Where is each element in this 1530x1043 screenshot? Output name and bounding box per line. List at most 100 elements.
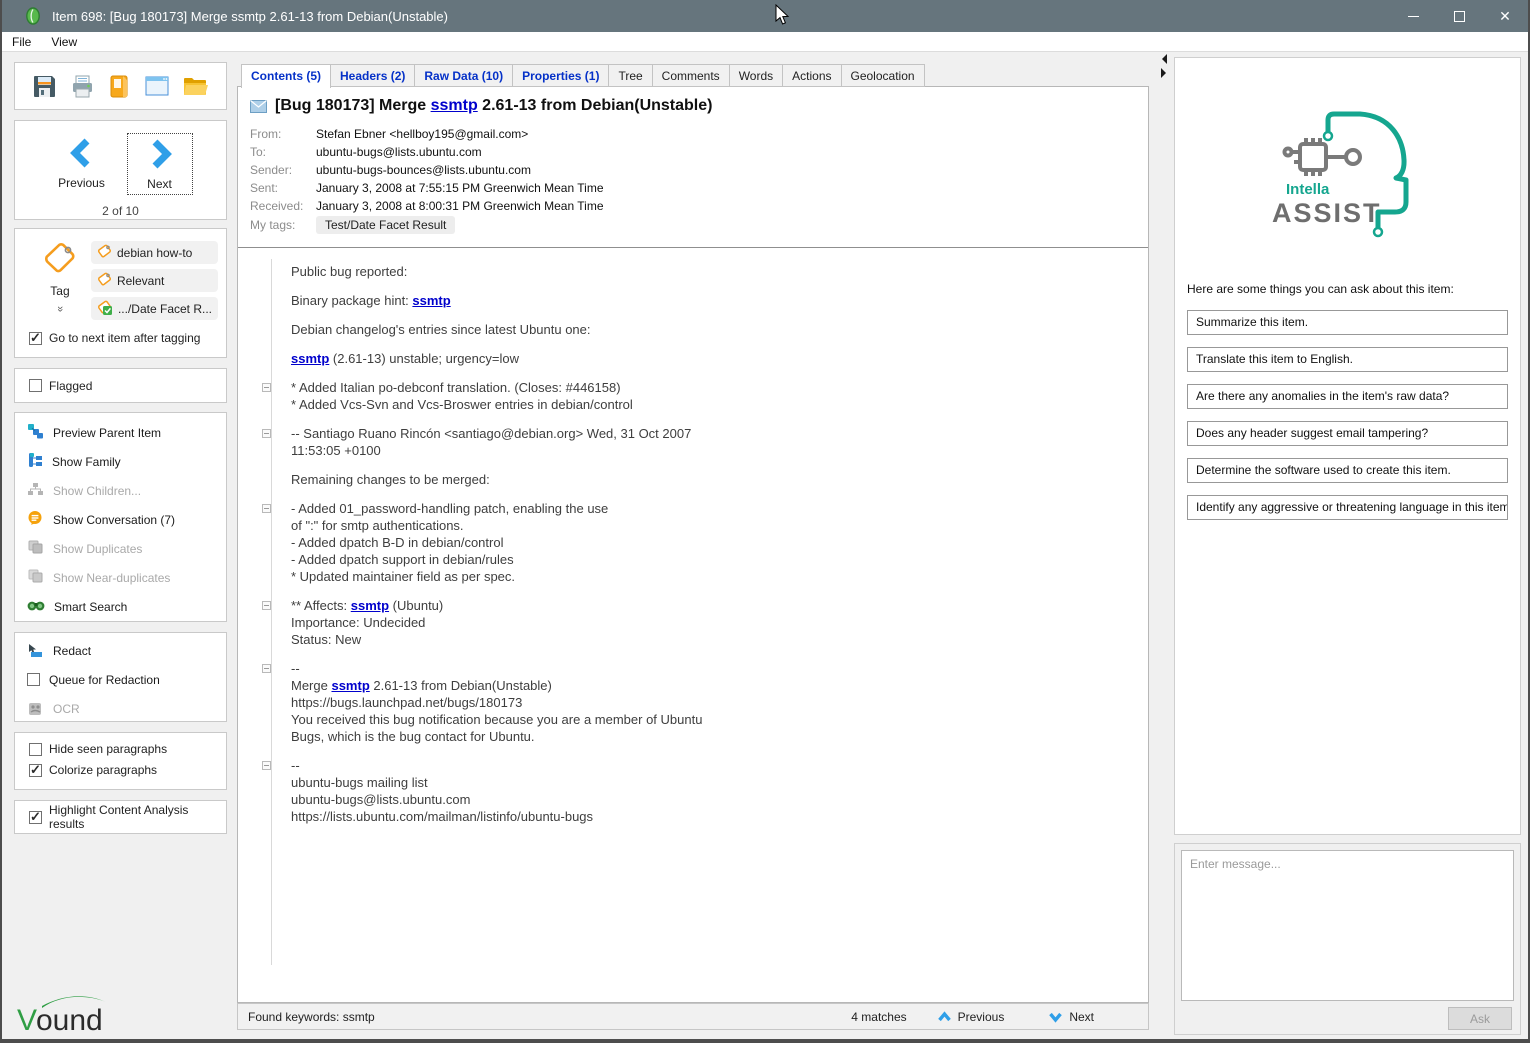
email-paragraph: Remaining changes to be merged: [291, 471, 1124, 488]
title-bar: Item 698: [Bug 180173] Merge ssmtp 2.61-… [2, 0, 1528, 32]
paragraph-text: -- [291, 661, 300, 676]
email-field-label: Sent: [250, 181, 316, 195]
tab-raw-data-10[interactable]: Raw Data (10) [415, 64, 513, 87]
tab-headers-2[interactable]: Headers (2) [331, 64, 415, 87]
tag-chip[interactable]: debian how-to [91, 241, 218, 264]
action-label: Show Family [52, 455, 121, 469]
email-field-row: Received:January 3, 2008 at 8:00:31 PM G… [250, 197, 1132, 215]
tab-contents-5[interactable]: Contents (5) [241, 64, 331, 88]
assist-message-input[interactable] [1181, 850, 1514, 1001]
paragraph-text: ubuntu-bugs@lists.ubuntu.com [291, 792, 470, 807]
collapse-paragraph-icon[interactable] [262, 601, 271, 610]
redact-button[interactable]: Redact [15, 636, 226, 665]
assist-suggestion-button[interactable]: Summarize this item. [1187, 310, 1508, 335]
paragraph-text: https://lists.ubuntu.com/mailman/listinf… [291, 809, 593, 824]
action-conversation[interactable]: Show Conversation (7) [15, 505, 226, 534]
collapse-paragraph-icon[interactable] [262, 429, 271, 438]
ssmtp-link[interactable]: ssmtp [291, 351, 329, 366]
highlight-checkbox[interactable] [29, 811, 42, 824]
ssmtp-link[interactable]: ssmtp [412, 293, 450, 308]
assist-suggestion-button[interactable]: Are there any anomalies in the item's ra… [1187, 384, 1508, 409]
tag-chip-label: Relevant [117, 274, 164, 288]
close-icon[interactable]: ✕ [1482, 0, 1528, 32]
ssmtp-link[interactable]: ssmtp [351, 598, 389, 613]
action-smartsearch[interactable]: Smart Search [15, 592, 226, 621]
paragraph-text: (2.61-13) unstable; urgency=low [329, 351, 519, 366]
email-field-label: To: [250, 145, 316, 159]
assist-suggestion-button[interactable]: Translate this item to English. [1187, 347, 1508, 372]
previous-item-button[interactable]: Previous [49, 133, 115, 195]
paragraph-text: * Updated maintainer field as per spec. [291, 569, 515, 584]
previous-match-button[interactable]: Previous [937, 1010, 1005, 1024]
assist-suggestion-button[interactable]: Identify any aggressive or threatening l… [1187, 495, 1508, 520]
tag-chip[interactable]: .../Date Facet R... [91, 297, 218, 320]
my-tags-label: My tags: [250, 218, 316, 232]
menu-view[interactable]: View [41, 35, 87, 49]
menu-file[interactable]: File [2, 35, 41, 49]
print-icon[interactable] [69, 73, 96, 100]
tab-words[interactable]: Words [730, 64, 783, 87]
email-field-value: Stefan Ebner <hellboy195@gmail.com> [316, 127, 528, 141]
collapse-right-icon[interactable] [1161, 68, 1171, 78]
goto-next-checkbox[interactable] [29, 332, 42, 345]
collapse-paragraph-icon[interactable] [262, 383, 271, 392]
collapse-paragraph-icon[interactable] [262, 504, 271, 513]
collapse-paragraph-icon[interactable] [262, 664, 271, 673]
tab-properties-1[interactable]: Properties (1) [513, 64, 609, 87]
assist-suggestion-button[interactable]: Determine the software used to create th… [1187, 458, 1508, 483]
email-field-label: Sender: [250, 163, 316, 177]
my-tag-chip[interactable]: Test/Date Facet Result [316, 216, 455, 234]
tab-geolocation[interactable]: Geolocation [842, 64, 925, 87]
next-item-button[interactable]: Next [127, 133, 193, 195]
open-folder-icon[interactable] [181, 73, 210, 99]
action-family[interactable]: Show Family [15, 447, 226, 476]
svg-text:ound: ound [36, 1004, 103, 1037]
paragraph-text: (Ubuntu) [389, 598, 443, 613]
paragraph-text: * Added Italian po-debconf translation. … [291, 380, 621, 395]
action-parent[interactable]: Preview Parent Item [15, 418, 226, 447]
queue-redaction-checkbox[interactable] [27, 673, 40, 686]
collapse-left-icon[interactable] [1157, 54, 1167, 64]
email-paragraph: Public bug reported: [291, 263, 1124, 280]
previous-chevron-icon [65, 137, 99, 169]
paragraph-text: You received this bug notification becau… [291, 712, 702, 727]
export-report-icon[interactable] [106, 73, 132, 100]
colorize-checkbox[interactable] [29, 764, 42, 777]
ssmtp-link[interactable]: ssmtp [431, 97, 478, 114]
subject-text-segment: [Bug 180173] Merge [275, 97, 431, 114]
hide-seen-checkbox[interactable] [29, 743, 42, 756]
email-paragraph: -- Santiago Ruano Rincón <santiago@debia… [291, 425, 1124, 459]
ssmtp-link[interactable]: ssmtp [331, 678, 369, 693]
tag-chip[interactable]: Relevant [91, 269, 218, 292]
assist-suggestion-button[interactable]: Does any header suggest email tampering? [1187, 421, 1508, 446]
tab-tree[interactable]: Tree [609, 64, 652, 87]
preview-tabs: Contents (5)Headers (2)Raw Data (10)Prop… [241, 64, 925, 87]
collapse-paragraph-icon[interactable] [262, 761, 271, 770]
next-match-icon [1048, 1011, 1063, 1023]
paragraph-text: 2.61-13 from Debian(Unstable) [370, 678, 552, 693]
paragraph-text: Remaining changes to be merged: [291, 472, 490, 487]
tab-comments[interactable]: Comments [653, 64, 730, 87]
tab-actions[interactable]: Actions [783, 64, 841, 87]
paragraph-text: - Added dpatch support in debian/rules [291, 552, 514, 567]
colorize-paragraphs-option[interactable]: Colorize paragraphs [15, 763, 226, 777]
paragraph-text: ubuntu-bugs mailing list [291, 775, 428, 790]
goto-next-after-tagging-option[interactable]: Go to next item after tagging [15, 325, 226, 345]
minimize-icon[interactable] [1390, 0, 1436, 32]
flagged-option[interactable]: Flagged [15, 379, 92, 393]
save-icon[interactable] [31, 73, 58, 100]
queue-for-redaction-option[interactable]: Queue for Redaction [15, 665, 226, 694]
assist-message-panel: Ask [1174, 843, 1521, 1035]
email-paragraph: ** Affects: ssmtp (Ubuntu)Importance: Un… [291, 597, 1124, 648]
open-in-window-icon[interactable] [143, 73, 171, 99]
maximize-icon[interactable] [1436, 0, 1482, 32]
hide-seen-paragraphs-option[interactable]: Hide seen paragraphs [15, 740, 226, 763]
flagged-checkbox[interactable] [29, 379, 42, 392]
tag-button[interactable]: Tag » [29, 241, 91, 325]
action-label: Show Near-duplicates [53, 571, 170, 585]
paragraph-text: - Added 01_password-handling patch, enab… [291, 501, 608, 516]
tag-more-chevron-icon: » [54, 306, 66, 310]
highlight-content-analysis-option[interactable]: Highlight Content Analysis results [15, 803, 226, 831]
ask-button: Ask [1448, 1007, 1512, 1030]
next-match-button[interactable]: Next [1048, 1010, 1094, 1024]
